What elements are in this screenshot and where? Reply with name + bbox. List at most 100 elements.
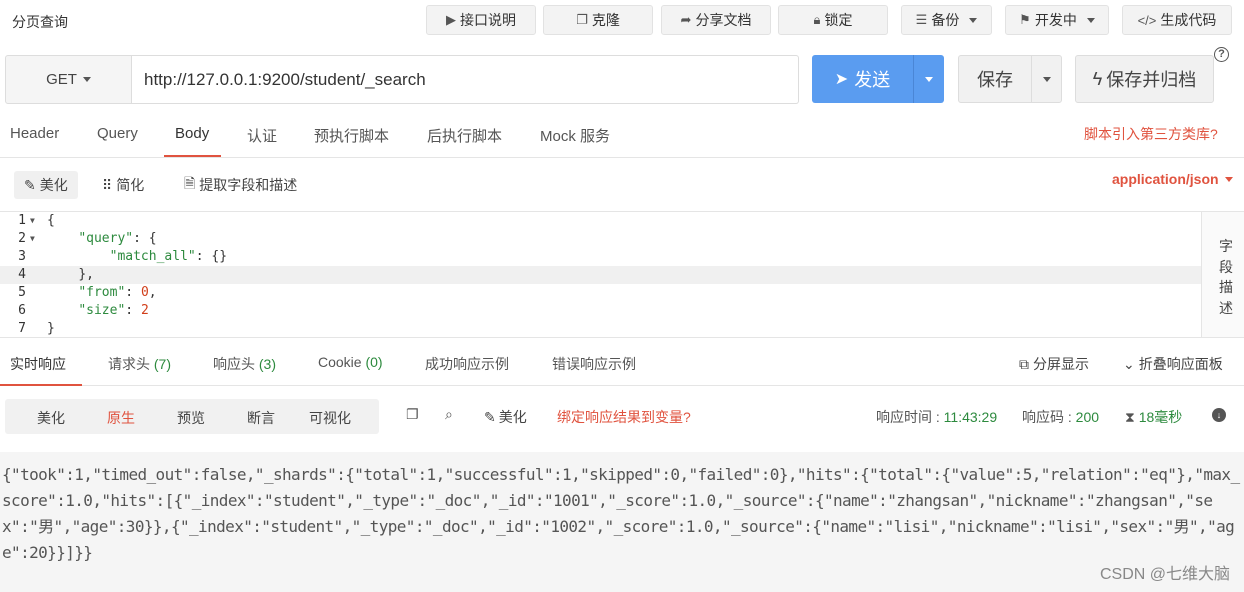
double-chevron-down-icon: ⌄ — [1123, 355, 1135, 372]
code-text: }, — [47, 266, 94, 284]
view-visualize[interactable]: 可视化 — [309, 408, 351, 428]
chevron-down-icon — [82, 77, 91, 82]
share-doc-button[interactable]: ➦ 分享文档 — [661, 5, 771, 35]
meta-value: 11:43:29 — [943, 409, 998, 425]
code-text: } — [47, 321, 55, 336]
field-description-panel-toggle[interactable]: 字 段 描 述 — [1201, 211, 1244, 337]
meta-value: 18毫秒 — [1138, 409, 1183, 425]
code-text: "from": 0, — [47, 284, 156, 302]
save-button[interactable]: 保存 — [958, 55, 1032, 103]
search-icon[interactable]: ⌕ — [445, 406, 453, 423]
side-panel-char: 述 — [1219, 300, 1233, 316]
tab-pre-script[interactable]: 预执行脚本 — [314, 125, 389, 146]
tab-query[interactable]: Query — [97, 125, 138, 142]
fold-arrow-icon[interactable]: ▼ — [30, 230, 35, 248]
active-tab-indicator — [164, 155, 221, 157]
editor-line: 7 } — [0, 320, 1201, 338]
share-label: 分享文档 — [695, 12, 752, 28]
codegen-label: 生成代码 — [1160, 12, 1217, 28]
copy-icon[interactable]: ❐ — [406, 406, 419, 423]
tab-post-script[interactable]: 后执行脚本 — [427, 125, 502, 146]
meta-label: 响应时间 : — [876, 409, 940, 425]
body-editor[interactable]: 1 ▼ { 2 ▼ "query": { 3 "match_all": {} 4… — [0, 211, 1201, 337]
lock-button[interactable]: 🔒︎ 锁定 — [778, 5, 888, 35]
sitemap-icon: ⠿ — [102, 176, 113, 193]
line-number: 6 — [18, 303, 26, 318]
tab-header[interactable]: Header — [10, 125, 59, 142]
send-button[interactable]: ➤ 发送 — [812, 55, 913, 103]
tab-error-example[interactable]: 错误响应示例 — [552, 354, 636, 374]
copy-icon: ❐ — [576, 12, 588, 27]
save-options-button[interactable] — [1031, 55, 1062, 103]
help-icon[interactable]: ? — [1214, 47, 1229, 62]
json-punct: }, — [78, 267, 94, 282]
view-raw[interactable]: 原生 — [107, 408, 135, 428]
wand-icon: ✎ — [484, 408, 496, 425]
json-number: 2 — [140, 303, 149, 318]
line-number: 3 — [18, 249, 26, 264]
count-badge: (0) — [365, 354, 383, 370]
beautify-button[interactable]: ✎ 美化 — [14, 171, 78, 199]
view-beautify[interactable]: 美化 — [37, 408, 65, 428]
editor-line: 3 "match_all": {} — [0, 248, 1201, 266]
response-body[interactable]: {"took":1,"timed_out":false,"_shards":{"… — [0, 452, 1244, 592]
json-key: "match_all" — [109, 249, 196, 264]
line-number: 2 — [18, 231, 26, 246]
simplify-button[interactable]: ⠿ 简化 — [92, 171, 154, 199]
third-party-lib-link[interactable]: 脚本引入第三方类库? — [1084, 124, 1218, 144]
split-icon: ⧉ — [1019, 355, 1029, 372]
watermark: CSDN @七维大脑 — [1099, 566, 1230, 583]
hourglass-icon: ⧗ — [1125, 409, 1135, 425]
fold-arrow-icon[interactable]: ▼ — [30, 212, 35, 230]
json-number: 0 — [140, 285, 149, 300]
collapse-panel-button[interactable]: ⌄ 折叠响应面板 — [1123, 354, 1223, 374]
content-type-dropdown[interactable]: application/json — [1112, 171, 1233, 187]
method-select[interactable]: GET — [5, 55, 132, 104]
code-text: "match_all": {} — [47, 248, 227, 266]
backup-dropdown[interactable]: ☰ 备份 — [901, 5, 992, 35]
json-punct: : { — [133, 231, 157, 246]
tab-label: Cookie — [318, 354, 362, 370]
tab-response-headers[interactable]: 响应头 (3) — [213, 354, 276, 374]
split-view-label: 分屏显示 — [1033, 356, 1089, 372]
save-archive-button[interactable]: ϟ 保存并归档 — [1075, 55, 1214, 103]
side-panel-char: 段 — [1219, 259, 1233, 275]
status-label: 开发中 — [1034, 12, 1077, 28]
response-beautify-button[interactable]: ✎ 美化 — [484, 407, 527, 427]
play-icon: ▶ — [446, 12, 456, 27]
view-assert[interactable]: 断言 — [247, 408, 275, 428]
tab-mock[interactable]: Mock 服务 — [540, 125, 610, 146]
json-punct: : — [125, 303, 141, 318]
tab-realtime-response[interactable]: 实时响应 — [10, 354, 66, 374]
tab-body[interactable]: Body — [175, 125, 209, 142]
tab-request-headers[interactable]: 请求头 (7) — [108, 354, 171, 374]
extract-fields-button[interactable]: 🗎 提取字段和描述 — [174, 171, 307, 199]
send-options-button[interactable] — [913, 55, 944, 103]
split-view-button[interactable]: ⧉ 分屏显示 — [1019, 354, 1089, 374]
api-doc-label: 接口说明 — [460, 12, 516, 28]
tab-label: 响应头 — [213, 356, 255, 372]
count-badge: (3) — [258, 356, 277, 372]
code-icon: </> — [1137, 12, 1157, 28]
code-text: "query": { — [47, 230, 157, 248]
clone-button[interactable]: ❐ 克隆 — [543, 5, 653, 35]
lock-label: 锁定 — [824, 12, 853, 28]
view-preview[interactable]: 预览 — [177, 408, 205, 428]
save-archive-label: 保存并归档 — [1106, 70, 1197, 90]
codegen-button[interactable]: </> 生成代码 — [1122, 5, 1232, 35]
json-punct: : — [125, 285, 141, 300]
bind-variable-link[interactable]: 绑定响应结果到变量? — [557, 407, 691, 427]
tab-success-example[interactable]: 成功响应示例 — [425, 354, 509, 374]
status-dropdown[interactable]: ⚑ 开发中 — [1005, 5, 1109, 35]
json-key: "query" — [78, 231, 134, 246]
api-doc-button[interactable]: ▶ 接口说明 — [426, 5, 536, 35]
clone-label: 克隆 — [591, 12, 620, 28]
url-input[interactable]: http://127.0.0.1:9200/student/_search — [131, 55, 799, 104]
tab-auth[interactable]: 认证 — [247, 125, 277, 146]
tab-cookie[interactable]: Cookie (0) — [318, 354, 383, 370]
chevron-down-icon — [1042, 76, 1051, 82]
download-icon[interactable]: ↓ — [1212, 408, 1226, 422]
content-type-label: application/json — [1112, 171, 1219, 187]
response-view-switcher: 美化 原生 预览 断言 可视化 — [5, 399, 379, 434]
code-text: "size": 2 — [47, 302, 149, 320]
